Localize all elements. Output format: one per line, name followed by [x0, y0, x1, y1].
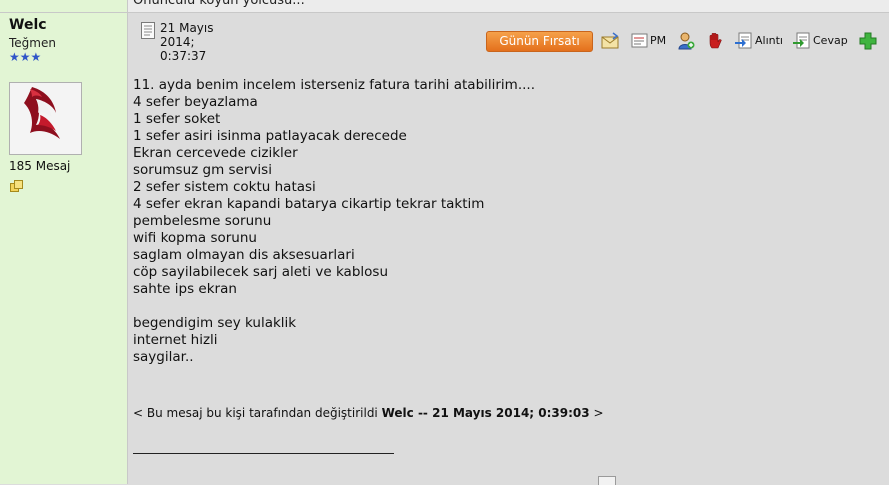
post-body-line: 2 sefer sistem coktu hatasi: [133, 179, 316, 195]
avatar[interactable]: [9, 82, 82, 155]
post-body-line: cöp sayilabilecek sarj aleti ve kablosu: [133, 264, 388, 280]
post-date-year: 2014;: [160, 35, 195, 49]
avatar-lips-image: [10, 83, 81, 154]
post-body-line: 1 sefer soket: [133, 111, 221, 127]
post-body-line: sorumsuz gm servisi: [133, 162, 272, 178]
edit-note-prefix: < Bu mesaj bu kişi tarafından değiştiril…: [133, 406, 382, 420]
post-body-blank-line: [133, 298, 853, 315]
yellow-cards-icon[interactable]: [10, 180, 23, 193]
edit-note-suffix: >: [589, 406, 604, 420]
post-date: 21 Mayıs 2014; 0:37:37: [160, 21, 230, 63]
post-body-line: 4 sefer beyazlama: [133, 94, 258, 110]
red-hand-icon[interactable]: [706, 32, 724, 50]
author-name[interactable]: Welc: [9, 17, 47, 33]
post-body-line: saygilar..: [133, 349, 194, 365]
post-body-line: internet hizli: [133, 332, 218, 348]
author-rank: Teğmen: [9, 36, 56, 50]
message-count: 185 Mesaj: [9, 159, 71, 173]
envelope-icon[interactable]: [601, 32, 619, 50]
pm-icon[interactable]: [631, 32, 649, 50]
previous-post-tail: Onunculu koyun yolcusu...: [133, 0, 305, 8]
rank-stars-icon: ★★★: [9, 50, 42, 64]
edit-note-separator: --: [413, 406, 433, 420]
post-body: 11. ayda benim incelem isterseniz fatura…: [133, 77, 853, 366]
post-date-day: 21 Mayıs: [160, 21, 214, 35]
pm-label[interactable]: PM: [650, 34, 666, 47]
reply-label[interactable]: Cevap: [813, 34, 848, 47]
reply-icon[interactable]: [793, 32, 811, 50]
previous-profile-cell: [0, 0, 128, 12]
edit-note-editor: Welc: [381, 406, 414, 420]
add-user-icon[interactable]: [677, 32, 695, 50]
post-body-line: begendigim sey kulaklik: [133, 315, 297, 331]
post-body-line: 11. ayda benim incelem isterseniz fatura…: [133, 77, 536, 93]
edit-note: < Bu mesaj bu kişi tarafından değiştiril…: [133, 406, 604, 420]
post-body-line: 4 sefer ekran kapandi batarya cikartip t…: [133, 196, 485, 212]
signature-divider: [133, 453, 394, 454]
document-icon: [141, 22, 155, 39]
post-body-line: 1 sefer asiri isinma patlayacak derecede: [133, 128, 407, 144]
green-plus-icon[interactable]: [859, 32, 877, 50]
quote-icon[interactable]: [735, 32, 753, 50]
post-body-line: wifi kopma sorunu: [133, 230, 257, 246]
post-body-line: Ekran cercevede cizikler: [133, 145, 298, 161]
daily-deal-button[interactable]: Günün Fırsatı: [486, 31, 593, 52]
post-body-line: pembelesme sorunu: [133, 213, 272, 229]
post-time: 0:37:37: [160, 49, 207, 63]
edit-note-date: 21 Mayıs 2014; 0:39:03: [432, 406, 590, 420]
post-body-line: saglam olmayan dis aksesuarlari: [133, 247, 355, 263]
previous-post-strip: Onunculu koyun yolcusu...: [0, 0, 889, 13]
post-body-line: sahte ips ekran: [133, 281, 237, 297]
quote-label[interactable]: Alıntı: [755, 34, 783, 47]
